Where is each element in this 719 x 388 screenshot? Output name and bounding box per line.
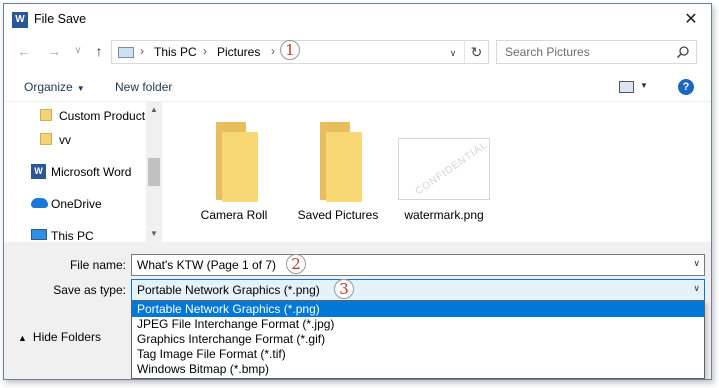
file-name-label: Saved Pictures <box>297 208 379 222</box>
breadcrumb-separator[interactable]: › <box>271 44 275 58</box>
file-item-saved-pictures[interactable]: Saved Pictures <box>288 116 388 226</box>
close-button[interactable]: ✕ <box>671 4 711 35</box>
sidebar-item-label: This PC <box>51 229 94 243</box>
organize-label: Organize <box>24 80 73 94</box>
view-options-caret-icon[interactable]: ▼ <box>640 81 648 90</box>
sidebar-item-onedrive[interactable]: OneDrive <box>4 192 146 216</box>
sidebar-scrollbar[interactable]: ▲ ▼ <box>146 102 162 242</box>
annotation-badge-2: 2 <box>286 254 306 274</box>
search-icon <box>676 46 689 59</box>
word-icon: W <box>31 164 46 179</box>
file-name-label: File name: <box>69 258 126 272</box>
pc-icon <box>118 47 134 58</box>
new-folder-button[interactable]: New folder <box>115 80 172 94</box>
thumbnail-watermark-text: CONFIDENTIAL <box>413 139 490 198</box>
back-arrow-icon[interactable]: ← <box>14 41 34 61</box>
sidebar-item-label: vv <box>59 133 71 147</box>
save-as-type-label: Save as type: <box>53 283 126 297</box>
file-type-option-jpg[interactable]: JPEG File Interchange Format (*.jpg) <box>132 317 704 332</box>
toolbar: Organize ▼ New folder ▼ ? <box>4 72 711 102</box>
scroll-up-icon[interactable]: ▲ <box>146 102 162 118</box>
caret-up-icon: ▲ <box>18 333 27 343</box>
onedrive-icon <box>31 198 48 208</box>
recent-locations-icon[interactable]: ∨ <box>68 41 88 61</box>
dialog-title: File Save <box>34 12 87 26</box>
file-type-option-tif[interactable]: Tag Image File Format (*.tif) <box>132 347 704 362</box>
navigation-bar: ← → ∨ ↑ › This PC › Pictures › ∨ ↻ Searc… <box>4 37 711 67</box>
scroll-thumb[interactable] <box>148 158 160 186</box>
folder-icon <box>216 122 258 202</box>
file-list: Camera Roll Saved Pictures CONFIDENTIAL … <box>164 102 711 242</box>
folder-icon <box>40 133 52 145</box>
up-arrow-icon[interactable]: ↑ <box>89 41 109 61</box>
folder-icon <box>320 122 362 202</box>
image-thumbnail: CONFIDENTIAL <box>398 138 490 200</box>
breadcrumb-separator[interactable]: › <box>140 44 144 58</box>
sidebar-item-custom-product[interactable]: Custom Product <box>4 104 146 128</box>
sidebar-item-vv[interactable]: vv <box>4 128 146 152</box>
file-item-camera-roll[interactable]: Camera Roll <box>184 116 284 226</box>
chevron-down-icon[interactable]: ∨ <box>693 283 700 294</box>
file-type-option-bmp[interactable]: Windows Bitmap (*.bmp) <box>132 362 704 377</box>
file-name-label: Camera Roll <box>200 208 268 222</box>
help-icon[interactable]: ? <box>678 79 694 95</box>
caret-down-icon: ▼ <box>76 84 85 93</box>
navigation-pane: Custom Product vv W Microsoft Word OneDr… <box>4 102 162 243</box>
forward-arrow-icon[interactable]: → <box>44 41 64 61</box>
file-type-option-gif[interactable]: Graphics Interchange Format (*.gif) <box>132 332 704 347</box>
chevron-down-icon[interactable]: ∨ <box>446 46 460 60</box>
file-item-watermark-png[interactable]: CONFIDENTIAL watermark.png <box>394 116 494 226</box>
sidebar-item-label: Microsoft Word <box>51 165 132 179</box>
file-name-label: watermark.png <box>404 208 484 222</box>
breadcrumb-this-pc[interactable]: This PC <box>154 45 197 59</box>
pc-icon <box>31 229 47 240</box>
sidebar-item-microsoft-word[interactable]: W Microsoft Word <box>4 160 146 184</box>
chevron-down-icon[interactable]: ∨ <box>693 258 700 269</box>
annotation-badge-1: 1 <box>280 40 300 60</box>
sidebar-item-label: OneDrive <box>51 197 102 211</box>
file-name-value: What's KTW (Page 1 of 7) <box>137 258 277 272</box>
hide-folders-button[interactable]: ▲ Hide Folders <box>18 330 101 344</box>
title-bar: W File Save ✕ <box>4 4 711 35</box>
breadcrumb-pictures[interactable]: Pictures <box>217 45 260 59</box>
folder-icon <box>40 109 52 121</box>
refresh-icon[interactable]: ↻ <box>464 41 488 63</box>
file-save-dialog: W File Save ✕ ← → ∨ ↑ › This PC › Pictur… <box>3 3 712 380</box>
organize-button[interactable]: Organize ▼ <box>24 80 85 94</box>
breadcrumb-separator[interactable]: › <box>203 44 207 58</box>
search-placeholder: Search Pictures <box>505 45 590 59</box>
change-view-icon[interactable] <box>619 81 634 93</box>
file-name-input[interactable]: What's KTW (Page 1 of 7) ∨ <box>131 254 705 276</box>
annotation-badge-3: 3 <box>334 279 354 299</box>
file-type-option-png[interactable]: Portable Network Graphics (*.png) <box>132 302 704 317</box>
save-as-type-select[interactable]: Portable Network Graphics (*.png) ∨ <box>131 279 705 301</box>
file-type-dropdown-list: Portable Network Graphics (*.png) JPEG F… <box>131 301 705 379</box>
scroll-down-icon[interactable]: ▼ <box>146 226 162 242</box>
word-app-icon: W <box>12 12 28 28</box>
hide-folders-label: Hide Folders <box>32 330 101 344</box>
address-bar[interactable]: › This PC › Pictures › ∨ ↻ <box>111 40 489 64</box>
save-as-type-value: Portable Network Graphics (*.png) <box>137 283 320 297</box>
sidebar-item-label: Custom Product <box>59 109 146 123</box>
save-form-area: File name: What's KTW (Page 1 of 7) ∨ Sa… <box>4 242 711 379</box>
search-input[interactable]: Search Pictures <box>496 40 697 64</box>
